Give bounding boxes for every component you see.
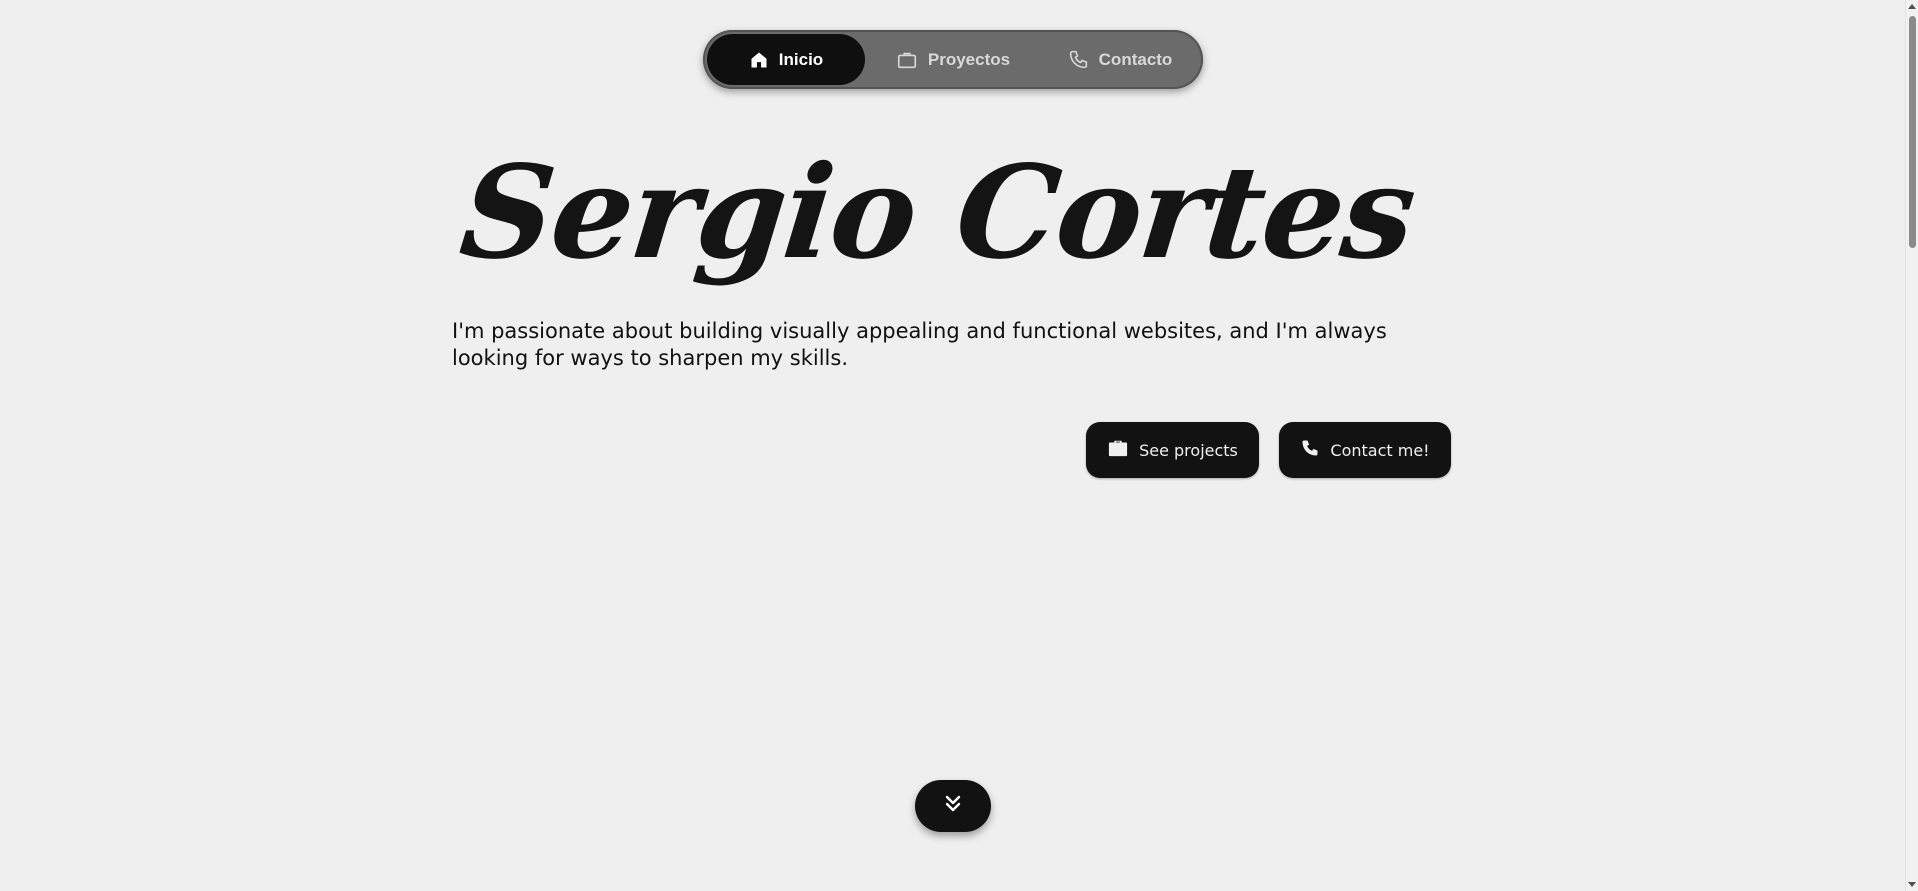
page: Inicio Proyectos Contacto Sergio Cortes … [0, 0, 1918, 891]
double-chevron-down-icon [941, 792, 965, 821]
phone-icon [1068, 49, 1089, 70]
contact-me-label: Contact me! [1330, 440, 1430, 460]
page-scrollbar[interactable] [1905, 0, 1918, 891]
contact-me-button[interactable]: Contact me! [1279, 422, 1451, 478]
scroll-down-button[interactable] [915, 780, 991, 832]
home-icon [749, 50, 769, 70]
hero-description: I'm passionate about building visually a… [452, 319, 1387, 370]
phone-icon [1300, 438, 1320, 462]
nav-item-label: Proyectos [927, 49, 1011, 69]
top-navigation: Inicio Proyectos Contacto [703, 30, 1203, 89]
briefcase-icon [1107, 438, 1129, 462]
scroll-up-arrow-icon[interactable] [1908, 4, 1916, 9]
nav-item-label: Contacto [1098, 49, 1173, 69]
scroll-down-arrow-icon[interactable] [1908, 882, 1916, 887]
nav-item-inicio[interactable]: Inicio [707, 34, 865, 85]
hero-name: Sergio Cortes [454, 138, 1421, 288]
nav-item-proyectos[interactable]: Proyectos [873, 34, 1033, 85]
see-projects-label: See projects [1139, 440, 1238, 460]
briefcase-icon [896, 49, 918, 71]
nav-item-contacto[interactable]: Contacto [1041, 34, 1199, 85]
scrollbar-thumb[interactable] [1909, 16, 1916, 248]
nav-item-label: Inicio [778, 49, 824, 69]
see-projects-button[interactable]: See projects [1086, 422, 1259, 478]
